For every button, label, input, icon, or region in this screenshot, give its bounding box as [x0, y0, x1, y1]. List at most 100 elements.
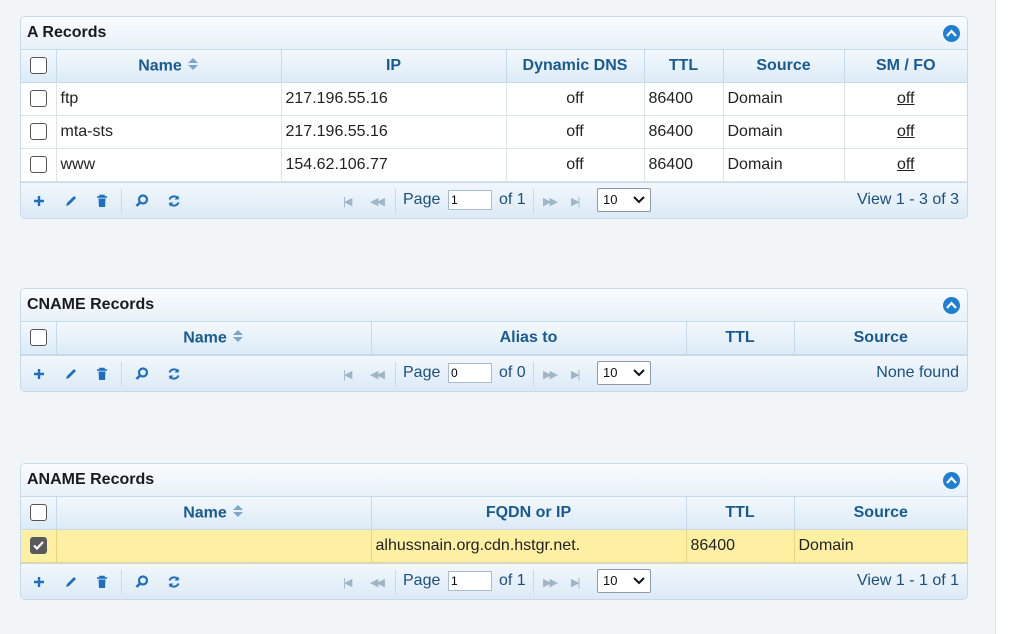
column-header-ttl[interactable]: TTL — [686, 497, 795, 530]
row-checkbox[interactable] — [29, 123, 47, 141]
prev-page-icon[interactable]: ◀◀ — [370, 576, 385, 589]
sm-fo-link[interactable]: off — [897, 156, 915, 173]
panel-title: CNAME Records — [21, 289, 967, 322]
first-page-icon[interactable]: |◀ — [343, 195, 352, 208]
cell-ip: 154.62.106.77 — [281, 148, 507, 182]
cell-name: mta-sts — [56, 115, 282, 149]
pencil-icon[interactable] — [63, 193, 79, 209]
column-header-ip[interactable]: IP — [281, 50, 507, 83]
last-page-icon[interactable]: ▶| — [571, 368, 580, 381]
next-page-icon[interactable]: ▶▶ — [543, 368, 558, 381]
first-page-icon[interactable]: |◀ — [343, 576, 352, 589]
aname-records-panel: ANAME Records Name FQDN or IP TTL Source… — [20, 463, 968, 600]
view-info: None found — [876, 364, 959, 381]
column-header-name[interactable]: Name — [56, 497, 372, 530]
column-header-name[interactable]: Name — [56, 322, 372, 355]
panel-title: A Records — [21, 17, 967, 50]
magnifier-icon[interactable] — [134, 366, 150, 382]
page-number-input[interactable] — [448, 190, 492, 210]
sm-fo-link[interactable]: off — [897, 123, 915, 140]
trash-icon[interactable] — [94, 366, 110, 382]
sm-fo-link[interactable]: off — [897, 90, 915, 107]
cell-name — [56, 529, 372, 563]
prev-page-icon[interactable]: ◀◀ — [370, 368, 385, 381]
cell-ttl: 86400 — [644, 82, 724, 116]
select-all-cell — [21, 322, 57, 355]
collapse-up-icon[interactable] — [943, 25, 960, 42]
a-records-pager: |◀ ◀◀ Page of 1 ▶▶ ▶| 10 View 1 - 3 of 3 — [21, 182, 967, 218]
cname-records-table: Name Alias to TTL Source — [21, 322, 967, 355]
column-header-alias-to[interactable]: Alias to — [371, 322, 687, 355]
magnifier-icon[interactable] — [134, 193, 150, 209]
sort-arrows-icon — [232, 504, 244, 523]
refresh-icon[interactable] — [166, 366, 182, 382]
last-page-icon[interactable]: ▶| — [571, 195, 580, 208]
prev-page-icon[interactable]: ◀◀ — [370, 195, 385, 208]
select-all-cell — [21, 50, 57, 83]
collapse-up-icon[interactable] — [943, 472, 960, 489]
pencil-icon[interactable] — [63, 366, 79, 382]
column-header-source[interactable]: Source — [723, 50, 845, 83]
cell-source: Domain — [723, 115, 845, 149]
page-label: Page — [403, 572, 441, 589]
last-page-icon[interactable]: ▶| — [571, 576, 580, 589]
table-row[interactable]: alhussnain.org.cdn.hstgr.net. 86400 Doma… — [21, 529, 967, 563]
aname-records-pager: |◀ ◀◀ Page of 1 ▶▶ ▶| 10 View 1 - 1 of 1 — [21, 563, 967, 599]
column-header-sm-fo[interactable]: SM / FO — [844, 50, 967, 83]
column-header-source[interactable]: Source — [794, 322, 967, 355]
a-records-panel: A Records Name IP Dynamic DNS TTL Source… — [20, 16, 968, 219]
row-checkbox[interactable] — [29, 156, 47, 174]
select-all-checkbox[interactable] — [29, 504, 47, 522]
cell-ttl: 86400 — [644, 115, 724, 149]
cell-ip: 217.196.55.16 — [281, 115, 507, 149]
trash-icon[interactable] — [94, 193, 110, 209]
table-row[interactable]: mta-sts 217.196.55.16 off 86400 Domain o… — [21, 115, 967, 149]
page-size-select[interactable]: 10 — [597, 361, 651, 385]
next-page-icon[interactable]: ▶▶ — [543, 195, 558, 208]
chevron-down-icon — [633, 369, 645, 377]
table-row[interactable]: ftp 217.196.55.16 off 86400 Domain off — [21, 82, 967, 116]
page-size-select[interactable]: 10 — [597, 188, 651, 212]
collapse-up-icon[interactable] — [943, 297, 960, 314]
plus-icon[interactable] — [31, 574, 47, 590]
pencil-icon[interactable] — [63, 574, 79, 590]
page-count: of 1 — [499, 191, 526, 208]
sort-arrows-icon — [187, 57, 199, 76]
header-row: Name IP Dynamic DNS TTL Source SM / FO — [21, 50, 967, 83]
first-page-icon[interactable]: |◀ — [343, 368, 352, 381]
column-header-ttl[interactable]: TTL — [686, 322, 795, 355]
refresh-icon[interactable] — [166, 193, 182, 209]
sort-arrows-icon — [232, 329, 244, 348]
page-number-input[interactable] — [448, 363, 492, 383]
page-size-select[interactable]: 10 — [597, 569, 651, 593]
row-checkbox[interactable] — [29, 90, 47, 108]
cell-ip: 217.196.55.16 — [281, 82, 507, 116]
cell-name: www — [56, 148, 282, 182]
right-scroll-strip — [995, 0, 1024, 634]
column-header-name[interactable]: Name — [56, 50, 282, 83]
cell-ttl: 86400 — [686, 529, 795, 563]
refresh-icon[interactable] — [166, 574, 182, 590]
select-all-checkbox[interactable] — [29, 329, 47, 347]
trash-icon[interactable] — [94, 574, 110, 590]
column-header-dynamic-dns[interactable]: Dynamic DNS — [506, 50, 645, 83]
view-info: View 1 - 3 of 3 — [857, 191, 959, 208]
column-header-ttl[interactable]: TTL — [644, 50, 724, 83]
plus-icon[interactable] — [31, 193, 47, 209]
select-all-checkbox[interactable] — [29, 57, 47, 75]
column-header-fqdn-or-ip[interactable]: FQDN or IP — [371, 497, 687, 530]
page-count: of 0 — [499, 364, 526, 381]
plus-icon[interactable] — [31, 366, 47, 382]
row-checkbox-checked[interactable] — [29, 537, 47, 555]
aname-records-title: ANAME Records — [27, 471, 155, 488]
page-number-input[interactable] — [448, 571, 492, 591]
table-row[interactable]: www 154.62.106.77 off 86400 Domain off — [21, 148, 967, 182]
select-all-cell — [21, 497, 57, 530]
magnifier-icon[interactable] — [134, 574, 150, 590]
column-header-source[interactable]: Source — [794, 497, 967, 530]
page-label: Page — [403, 364, 441, 381]
a-records-table: Name IP Dynamic DNS TTL Source SM / FO f… — [21, 50, 967, 182]
cell-name: ftp — [56, 82, 282, 116]
cell-dynamic-dns: off — [506, 82, 645, 116]
next-page-icon[interactable]: ▶▶ — [543, 576, 558, 589]
